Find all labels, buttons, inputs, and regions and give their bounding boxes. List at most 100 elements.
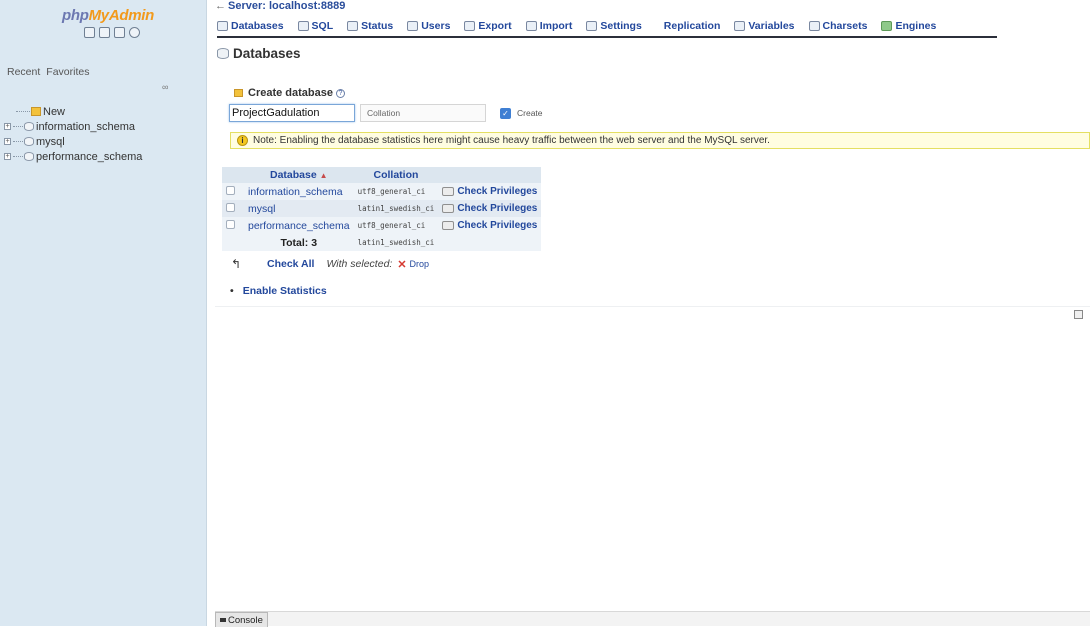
tree-item-label: New: [43, 105, 66, 118]
new-db-icon: [31, 107, 41, 116]
new-db-icon: [234, 89, 243, 97]
tree-item-performance-schema[interactable]: + performance_schema: [4, 149, 142, 164]
expand-icon[interactable]: +: [4, 138, 11, 145]
check-privileges-link[interactable]: Check Privileges: [442, 220, 537, 231]
divider: [215, 306, 1090, 307]
database-icon: [24, 122, 34, 131]
database-icon: [24, 152, 34, 161]
create-database-button[interactable]: ✓ Create: [500, 104, 543, 122]
tab-variables[interactable]: Variables: [734, 20, 795, 32]
tree-connector: [13, 126, 23, 127]
privileges-icon: [442, 187, 455, 196]
tree-item-mysql[interactable]: + mysql: [4, 134, 142, 149]
collation-value: latin1_swedish_ci: [353, 200, 439, 217]
drop-icon: ✕: [397, 258, 407, 271]
expand-icon[interactable]: +: [4, 123, 11, 130]
tree-item-label: performance_schema: [36, 150, 143, 163]
databases-icon: [217, 21, 228, 31]
check-privileges-link[interactable]: Check Privileges: [442, 203, 537, 214]
users-icon: [407, 21, 419, 31]
tree-connector: [16, 111, 30, 112]
phpmyadmin-logo[interactable]: phpMyAdmin: [62, 7, 154, 24]
row-checkbox[interactable]: [226, 185, 235, 195]
tree-connector: [13, 141, 23, 142]
sort-ascending-icon: ▲: [319, 171, 328, 180]
tab-recent[interactable]: Recent: [7, 66, 40, 78]
row-checkbox[interactable]: [226, 219, 235, 229]
docs-icon[interactable]: [114, 27, 125, 38]
tree-item-information-schema[interactable]: + information_schema: [4, 119, 142, 134]
database-name-input[interactable]: [229, 104, 355, 122]
sql-icon: [297, 21, 309, 31]
variables-icon: [734, 21, 746, 31]
tab-databases[interactable]: Databases: [217, 20, 284, 32]
column-header-database[interactable]: Database ▲: [244, 167, 354, 183]
charsets-icon: [808, 21, 820, 31]
check-all-link[interactable]: Check All: [267, 258, 314, 270]
collation-select[interactable]: Collation: [360, 104, 486, 122]
statistics-notice: i Note: Enabling the database statistics…: [230, 132, 1090, 149]
breadcrumb-arrow-icon: ←: [215, 0, 226, 12]
drop-button[interactable]: ✕ Drop: [397, 258, 429, 271]
engines-icon: [881, 21, 893, 31]
create-icon: ✓: [500, 107, 511, 119]
database-link[interactable]: performance_schema: [248, 220, 350, 232]
database-icon: [24, 137, 34, 146]
console-icon: [220, 618, 226, 622]
tab-settings[interactable]: Settings: [586, 20, 642, 32]
tree-item-new[interactable]: New: [4, 104, 142, 119]
console-bar: Console: [215, 611, 1090, 627]
database-tree: New + information_schema + mysql + perfo…: [4, 104, 142, 164]
link-nav-collapse-icon[interactable]: ∞: [162, 82, 168, 92]
tab-users[interactable]: Users: [407, 20, 450, 32]
check-privileges-link[interactable]: Check Privileges: [442, 186, 537, 197]
table-row: information_schema utf8_general_ci Check…: [222, 183, 542, 200]
total-row: Total: 3 latin1_swedish_ci: [222, 234, 542, 251]
databases-table: Database ▲ Collation information_schema …: [222, 167, 542, 251]
row-checkbox[interactable]: [226, 202, 235, 212]
tree-item-label: information_schema: [36, 120, 136, 133]
collation-value: utf8_general_ci: [353, 217, 439, 234]
home-icon[interactable]: [84, 27, 95, 38]
breadcrumb-server: Server: localhost:8889: [228, 0, 346, 12]
status-icon: [347, 21, 359, 31]
total-collation: latin1_swedish_ci: [353, 234, 439, 251]
page-title: Databases: [217, 46, 301, 61]
database-link[interactable]: mysql: [248, 203, 275, 215]
reload-icon[interactable]: [129, 27, 140, 38]
total-label: Total: 3: [244, 234, 354, 251]
tab-status[interactable]: Status: [347, 20, 393, 32]
recent-favorites-tabs: Recent Favorites: [7, 66, 89, 78]
tab-sql[interactable]: SQL: [297, 20, 333, 32]
navigation-panel: phpMyAdmin Recent Favorites ∞ New + info…: [0, 0, 207, 626]
logout-icon[interactable]: [99, 27, 110, 38]
tab-replication[interactable]: Replication: [664, 20, 721, 32]
tab-favorites[interactable]: Favorites: [46, 66, 89, 78]
top-menu: Databases SQL Status Users Export Import…: [217, 16, 997, 38]
privileges-icon: [442, 221, 455, 230]
privileges-icon: [442, 204, 455, 213]
select-arrow-icon: ↰: [231, 257, 242, 271]
table-row: performance_schema utf8_general_ci Check…: [222, 217, 542, 234]
collation-value: utf8_general_ci: [353, 183, 439, 200]
tab-export[interactable]: Export: [464, 20, 512, 32]
import-icon: [525, 21, 537, 31]
tab-engines[interactable]: Engines: [881, 20, 936, 32]
databases-icon: [217, 48, 229, 59]
with-selected-label: With selected:: [326, 258, 393, 270]
tree-connector: [13, 156, 23, 157]
expand-icon[interactable]: +: [4, 153, 11, 160]
settings-icon: [586, 21, 598, 31]
breadcrumb[interactable]: ← Server: localhost:8889: [215, 0, 345, 12]
help-icon[interactable]: ?: [336, 88, 345, 98]
tree-item-label: mysql: [36, 135, 65, 148]
enable-statistics-link[interactable]: Enable Statistics: [230, 285, 327, 297]
page-settings-icon[interactable]: [1074, 310, 1083, 319]
console-toggle[interactable]: Console: [215, 612, 268, 627]
table-row: mysql latin1_swedish_ci Check Privileges: [222, 200, 542, 217]
database-link[interactable]: information_schema: [248, 186, 343, 198]
tab-charsets[interactable]: Charsets: [808, 20, 867, 32]
column-header-collation[interactable]: Collation: [353, 167, 439, 183]
bulk-actions: ↰ Check All With selected: ✕ Drop: [231, 257, 429, 271]
tab-import[interactable]: Import: [525, 20, 572, 32]
